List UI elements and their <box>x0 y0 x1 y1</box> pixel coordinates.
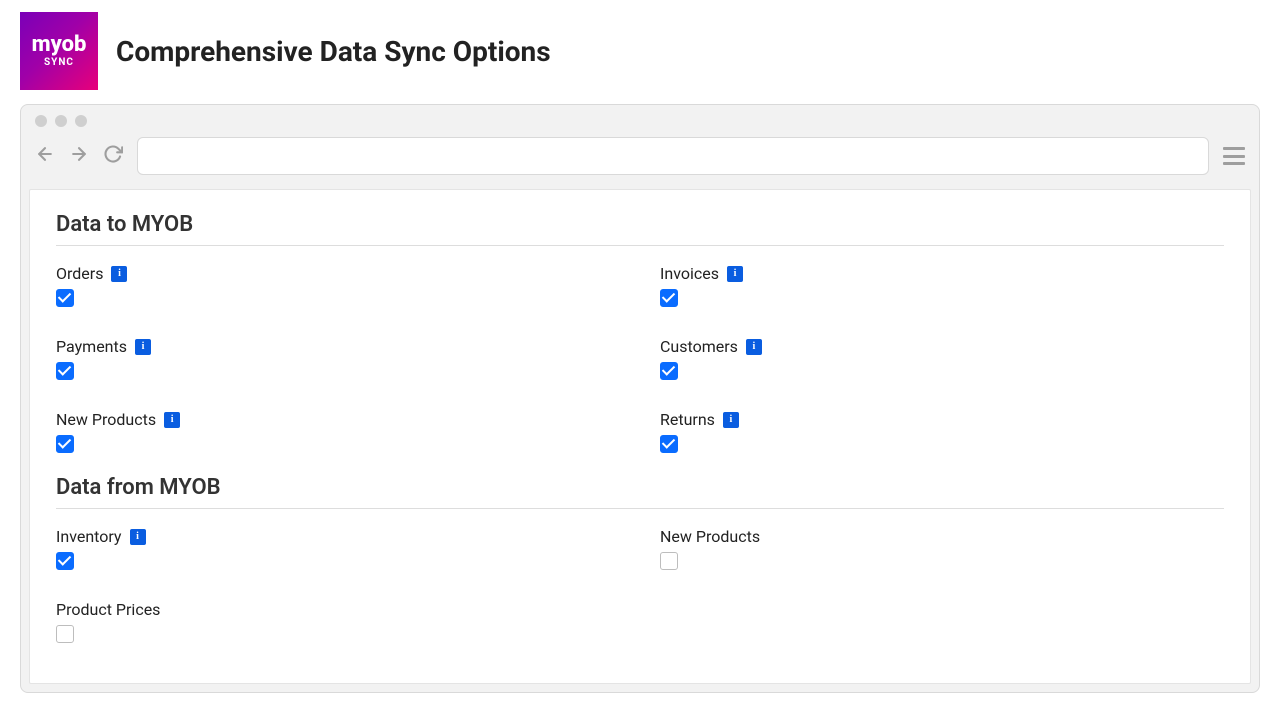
url-input[interactable] <box>137 137 1209 175</box>
checkbox-invoices[interactable] <box>660 289 678 307</box>
settings-panel: Data to MYOB Orders i Invoices i <box>29 189 1251 684</box>
divider <box>56 245 1224 246</box>
checkbox-orders[interactable] <box>56 289 74 307</box>
section-title-to: Data to MYOB <box>56 212 1224 237</box>
checkbox-returns[interactable] <box>660 435 678 453</box>
logo-sub: SYNC <box>44 58 74 68</box>
field-product-prices: Product Prices <box>56 600 620 647</box>
window-controls <box>21 105 1259 131</box>
menu-icon[interactable] <box>1223 147 1245 165</box>
info-icon[interactable]: i <box>723 412 739 428</box>
checkbox-payments[interactable] <box>56 362 74 380</box>
info-icon[interactable]: i <box>111 266 127 282</box>
divider <box>56 508 1224 509</box>
browser-toolbar <box>21 131 1259 189</box>
back-icon[interactable] <box>35 144 55 168</box>
to-grid: Orders i Invoices i Payments i <box>56 264 1224 457</box>
field-inventory: Inventory i <box>56 527 620 574</box>
field-label: New Products <box>56 410 156 429</box>
field-invoices: Invoices i <box>660 264 1224 311</box>
logo-main: myob <box>32 34 87 56</box>
field-label: Orders <box>56 264 103 283</box>
checkbox-new-products-to[interactable] <box>56 435 74 453</box>
field-label: Inventory <box>56 527 122 546</box>
field-new-products-to: New Products i <box>56 410 620 457</box>
browser-frame: Data to MYOB Orders i Invoices i <box>20 104 1260 693</box>
field-payments: Payments i <box>56 337 620 384</box>
field-label: Customers <box>660 337 738 356</box>
checkbox-new-products-from[interactable] <box>660 552 678 570</box>
from-grid: Inventory i New Products Product Prices <box>56 527 1224 647</box>
field-label: New Products <box>660 527 760 546</box>
checkbox-customers[interactable] <box>660 362 678 380</box>
field-returns: Returns i <box>660 410 1224 457</box>
logo: myob SYNC <box>20 12 98 90</box>
field-label: Payments <box>56 337 127 356</box>
checkbox-inventory[interactable] <box>56 552 74 570</box>
forward-icon[interactable] <box>69 144 89 168</box>
field-label: Invoices <box>660 264 719 283</box>
field-new-products-from: New Products <box>660 527 1224 574</box>
section-title-from: Data from MYOB <box>56 475 1224 500</box>
info-icon[interactable]: i <box>727 266 743 282</box>
info-icon[interactable]: i <box>164 412 180 428</box>
field-label: Product Prices <box>56 600 160 619</box>
page-title: Comprehensive Data Sync Options <box>116 35 551 68</box>
window-dot <box>35 115 47 127</box>
info-icon[interactable]: i <box>135 339 151 355</box>
window-dot <box>75 115 87 127</box>
page-header: myob SYNC Comprehensive Data Sync Option… <box>20 12 1260 90</box>
field-label: Returns <box>660 410 715 429</box>
info-icon[interactable]: i <box>130 529 146 545</box>
window-dot <box>55 115 67 127</box>
checkbox-product-prices[interactable] <box>56 625 74 643</box>
field-orders: Orders i <box>56 264 620 311</box>
info-icon[interactable]: i <box>746 339 762 355</box>
reload-icon[interactable] <box>103 144 123 168</box>
field-customers: Customers i <box>660 337 1224 384</box>
